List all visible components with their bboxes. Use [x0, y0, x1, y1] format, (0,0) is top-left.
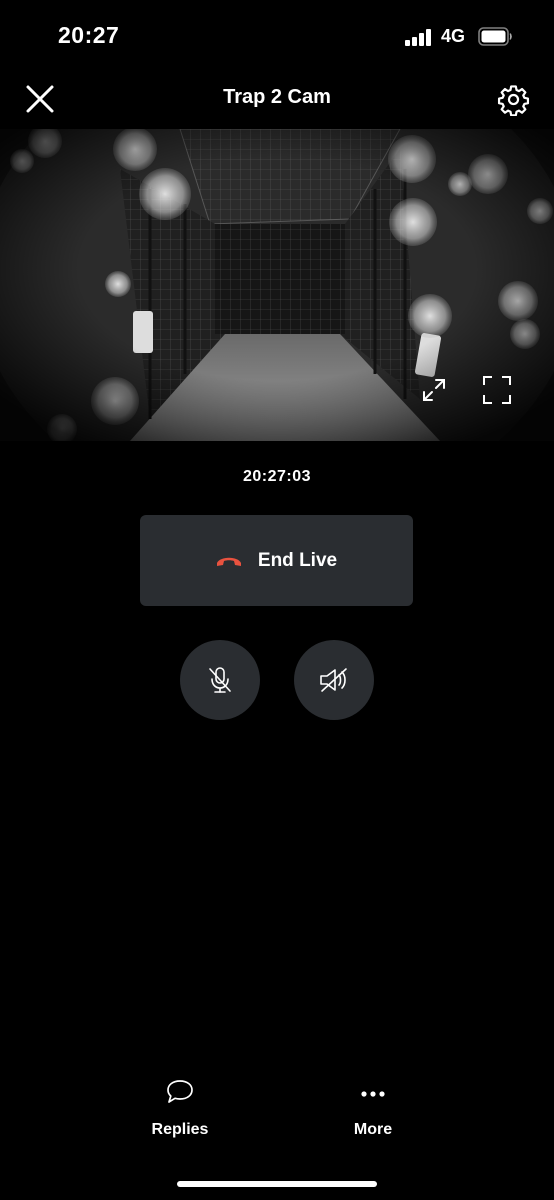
mic-muted-icon [209, 667, 231, 693]
camera-video-feed[interactable] [0, 129, 554, 441]
home-indicator[interactable] [177, 1181, 377, 1187]
status-time: 20:27 [58, 22, 120, 48]
fullscreen-icon [483, 376, 511, 404]
gear-icon [497, 85, 530, 117]
phone-hangup-icon [216, 557, 241, 566]
more-button[interactable]: More [318, 1078, 428, 1139]
mute-speaker-button[interactable] [294, 640, 374, 720]
page-title: Trap 2 Cam [223, 86, 331, 108]
speaker-muted-icon [320, 668, 347, 692]
settings-button[interactable] [497, 83, 530, 117]
signal-strength-icon [405, 28, 433, 46]
replies-button[interactable]: Replies [125, 1078, 235, 1139]
mute-mic-button[interactable] [180, 640, 260, 720]
end-live-label: End Live [257, 549, 338, 571]
fullscreen-button[interactable] [481, 374, 513, 406]
ellipsis-icon [361, 1091, 385, 1097]
end-live-button[interactable]: End Live [140, 515, 413, 606]
expand-button[interactable] [420, 376, 448, 404]
more-label: More [353, 1121, 393, 1138]
network-type: 4G [441, 26, 466, 46]
camera-image [0, 129, 554, 441]
video-timestamp: 20:27:03 [242, 468, 312, 485]
expand-icon [423, 379, 445, 401]
speech-bubble-icon [167, 1080, 193, 1103]
battery-icon [478, 27, 513, 46]
replies-label: Replies [151, 1121, 209, 1138]
